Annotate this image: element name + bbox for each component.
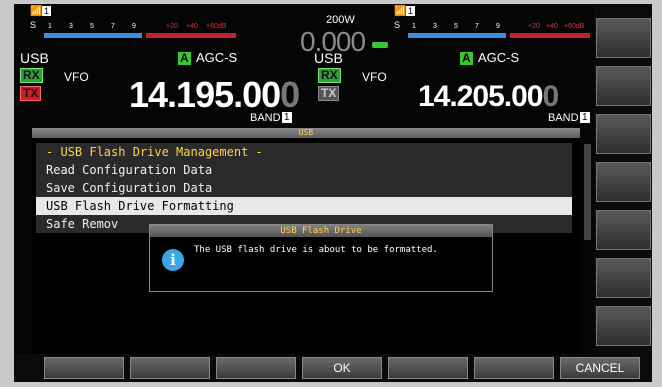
right-s-meter-bar [408,33,506,38]
softkey-f3[interactable] [216,357,296,379]
right-agc-badge: A [460,51,473,65]
left-tx-badge: TX [20,86,42,101]
dialog-message: The USB flash drive is about to be forma… [194,245,438,255]
bottom-softkey-bar: OK CANCEL [14,354,652,382]
side-key-5[interactable] [596,210,651,250]
right-rx-badge: RX [318,68,341,83]
dialog-title: USB Flash Drive [150,225,492,237]
left-s-label: S [30,20,37,30]
cancel-button[interactable]: CANCEL [560,357,640,379]
side-key-7[interactable] [596,306,651,346]
side-key-3[interactable] [596,114,651,154]
softkey-f5[interactable] [388,357,468,379]
right-agc: AGC-S [478,50,520,65]
menu-item-save-config[interactable]: Save Configuration Data [36,179,572,197]
menu-item-read-config[interactable]: Read Configuration Data [36,161,572,179]
side-key-2[interactable] [596,66,651,106]
usb-menu-title: USB [32,128,580,138]
power-output: 200W [326,14,355,26]
left-band-number: 1 [282,112,292,123]
right-s-meter-bar-red [510,33,590,38]
right-band-number: 1 [580,112,590,123]
antenna-icon: 📶 [30,6,43,17]
right-tx-badge: TX [318,86,340,101]
menu-item-usb-formatting[interactable]: USB Flash Drive Formatting [36,197,572,215]
right-softkey-column [594,4,652,354]
usb-menu-scrollbar[interactable] [584,144,591,240]
left-mode: USB [20,50,49,66]
right-band-label: BAND [548,112,579,124]
left-ant-number: 1 [42,6,52,16]
side-key-6[interactable] [596,258,651,298]
right-mode: USB [314,50,343,66]
left-rx-badge: RX [20,68,43,83]
softkey-f6[interactable] [474,357,554,379]
usb-menu-panel: USB - USB Flash Drive Management - Read … [32,128,591,354]
right-frequency: 14.205.000 [418,80,559,113]
left-agc: AGC-S [196,50,238,65]
left-s-meter-bar-red [146,33,236,38]
left-s-meter-bar [44,33,142,38]
right-ant-number: 1 [406,6,416,16]
right-vfo: VFO [362,70,387,84]
link-icon [372,42,388,48]
left-band-label: BAND [250,112,281,124]
left-frequency: 14.195.000 [129,74,300,115]
antenna-icon: 📶 [394,6,407,17]
radio-display: 📶 1 S 1 3 5 7 9 +20 +40 +60dB USB A AGC-… [14,4,594,354]
softkey-f1[interactable] [44,357,124,379]
left-vfo: VFO [64,70,89,84]
side-key-1[interactable] [596,18,651,58]
usb-format-dialog: USB Flash Drive i The USB flash drive is… [149,224,493,292]
info-icon: i [162,249,184,271]
right-s-label: S [394,20,401,30]
ok-button[interactable]: OK [302,357,382,379]
side-key-4[interactable] [596,162,651,202]
softkey-f2[interactable] [130,357,210,379]
left-agc-badge: A [178,51,191,65]
usb-menu-header: - USB Flash Drive Management - [36,143,572,161]
